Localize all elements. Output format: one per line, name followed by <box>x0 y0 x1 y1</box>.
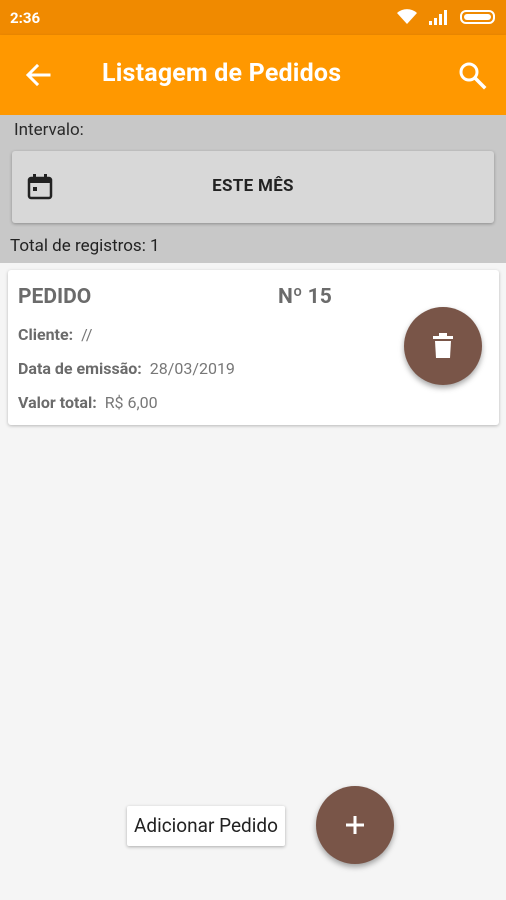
date-range-button[interactable]: ESTE MÊS <box>12 151 494 223</box>
order-total-row: Valor total: R$ 6,00 <box>18 393 158 412</box>
battery-icon <box>460 10 495 24</box>
order-number: Nº 15 <box>278 285 332 309</box>
search-button[interactable] <box>456 59 488 91</box>
plus-icon <box>346 816 364 834</box>
date-range-label: ESTE MÊS <box>212 176 294 196</box>
add-order-label[interactable]: Adicionar Pedido <box>127 806 285 846</box>
status-icons <box>396 8 498 26</box>
status-time: 2:36 <box>10 9 41 27</box>
client-label: Cliente: <box>18 325 74 344</box>
order-client-row: Cliente: // <box>18 325 93 344</box>
total-label: Valor total: <box>18 393 97 412</box>
total-records: Total de registros: 1 <box>10 236 160 256</box>
trash-icon <box>433 333 453 358</box>
filter-panel: Intervalo: ESTE MÊS Total de registros: … <box>0 115 506 263</box>
arrow-left-icon <box>25 63 51 87</box>
page-title: Listagem de Pedidos <box>102 59 342 88</box>
date-value: 28/03/2019 <box>149 359 235 378</box>
back-button[interactable] <box>22 59 54 91</box>
order-date-row: Data de emissão: 28/03/2019 <box>18 359 235 378</box>
signal-icon <box>429 10 447 25</box>
status-bar: 2:36 <box>0 0 506 35</box>
interval-label: Intervalo: <box>14 120 84 140</box>
client-value: // <box>81 325 93 344</box>
wifi-icon <box>397 9 417 24</box>
order-card[interactable]: PEDIDO Nº 15 Cliente: // Data de emissão… <box>8 270 499 425</box>
app-bar: Listagem de Pedidos <box>0 35 506 115</box>
delete-order-button[interactable] <box>404 307 482 385</box>
date-label: Data de emissão: <box>18 359 142 378</box>
total-value: R$ 6,00 <box>104 393 158 412</box>
order-title: PEDIDO <box>18 285 92 309</box>
search-icon <box>459 62 487 90</box>
add-order-button[interactable] <box>316 786 394 864</box>
